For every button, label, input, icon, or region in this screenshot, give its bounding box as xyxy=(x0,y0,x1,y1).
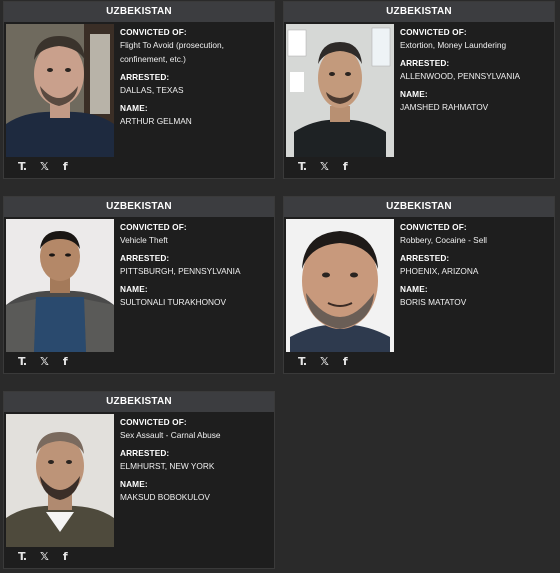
facebook-icon[interactable]: f xyxy=(63,355,68,369)
facebook-icon[interactable]: f xyxy=(343,160,348,174)
convicted-of-value: Extortion, Money Laundering xyxy=(400,40,507,50)
card-country-header: UZBEKISTAN xyxy=(284,2,554,22)
truth-social-icon[interactable]: T. xyxy=(18,160,27,174)
name-value: ARTHUR GELMAN xyxy=(120,116,192,126)
convicted-of-label: CONVICTED OF: xyxy=(120,417,187,427)
convicted-of-label: CONVICTED OF: xyxy=(120,27,187,37)
arrested-label: ARRESTED: xyxy=(120,253,170,263)
share-bar: T. 𝕏 f xyxy=(18,550,68,564)
facebook-icon[interactable]: f xyxy=(63,550,68,564)
mugshot-card: UZBEKISTAN CONVICTED OF: Vehicle Theft A… xyxy=(3,196,275,374)
card-country-header: UZBEKISTAN xyxy=(4,197,274,217)
mugshot-photo xyxy=(6,24,114,157)
card-country-header: UZBEKISTAN xyxy=(4,392,274,412)
name-label: NAME: xyxy=(400,89,428,99)
name-label: NAME: xyxy=(400,284,428,294)
x-icon[interactable]: 𝕏 xyxy=(40,355,49,369)
share-bar: T. 𝕏 f xyxy=(18,355,68,369)
truth-social-icon[interactable]: T. xyxy=(18,355,27,369)
mugshot-card: UZBEKISTAN CONVICTED OF: Flight To Avoid… xyxy=(3,1,275,179)
name-value: JAMSHED RAHMATOV xyxy=(400,102,489,112)
convicted-of-value: Robbery, Cocaine - Sell xyxy=(400,235,488,245)
mugshot-card: UZBEKISTAN CONVICTED OF: Sex Assault - C… xyxy=(3,391,275,569)
convicted-of-value: Flight To Avoid (prosecution, confinemen… xyxy=(120,40,224,64)
truth-social-icon[interactable]: T. xyxy=(18,550,27,564)
x-icon[interactable]: 𝕏 xyxy=(320,160,329,174)
name-value: MAKSUD BOBOKULOV xyxy=(120,492,210,502)
name-label: NAME: xyxy=(120,284,148,294)
arrested-value: ALLENWOOD, PENNSYLVANIA xyxy=(400,71,521,81)
truth-social-icon[interactable]: T. xyxy=(298,355,307,369)
arrested-label: ARRESTED: xyxy=(400,58,450,68)
name-value: BORIS MATATOV xyxy=(400,297,467,307)
truth-social-icon[interactable]: T. xyxy=(298,160,307,174)
x-icon[interactable]: 𝕏 xyxy=(320,355,329,369)
x-icon[interactable]: 𝕏 xyxy=(40,160,49,174)
arrested-value: ELMHURST, NEW YORK xyxy=(120,461,215,471)
mugshot-card: UZBEKISTAN CONVICTED OF: Extortion, Mone… xyxy=(283,1,555,179)
arrested-label: ARRESTED: xyxy=(120,448,170,458)
mugshot-card: UZBEKISTAN CONVICTED OF: Robbery, Cocain… xyxy=(283,196,555,374)
share-bar: T. 𝕏 f xyxy=(298,160,348,174)
convicted-of-value: Vehicle Theft xyxy=(120,235,168,245)
card-country-header: UZBEKISTAN xyxy=(4,2,274,22)
share-bar: T. 𝕏 f xyxy=(298,355,348,369)
card-country-header: UZBEKISTAN xyxy=(284,197,554,217)
name-label: NAME: xyxy=(120,103,148,113)
share-bar: T. 𝕏 f xyxy=(18,160,68,174)
mugshot-photo xyxy=(6,414,114,547)
arrested-label: ARRESTED: xyxy=(400,253,450,263)
mugshot-photo xyxy=(286,24,394,157)
arrested-value: PHOENIX, ARIZONA xyxy=(400,266,479,276)
mugshot-photo xyxy=(6,219,114,352)
arrested-value: PITTSBURGH, PENNSYLVANIA xyxy=(120,266,241,276)
arrested-value: DALLAS, TEXAS xyxy=(120,85,184,95)
arrested-label: ARRESTED: xyxy=(120,72,170,82)
convicted-of-label: CONVICTED OF: xyxy=(120,222,187,232)
name-label: NAME: xyxy=(120,479,148,489)
facebook-icon[interactable]: f xyxy=(63,160,68,174)
convicted-of-value: Sex Assault - Carnal Abuse xyxy=(120,430,221,440)
name-value: SULTONALI TURAKHONOV xyxy=(120,297,227,307)
x-icon[interactable]: 𝕏 xyxy=(40,550,49,564)
facebook-icon[interactable]: f xyxy=(343,355,348,369)
convicted-of-label: CONVICTED OF: xyxy=(400,222,467,232)
convicted-of-label: CONVICTED OF: xyxy=(400,27,467,37)
mugshot-photo xyxy=(286,219,394,352)
